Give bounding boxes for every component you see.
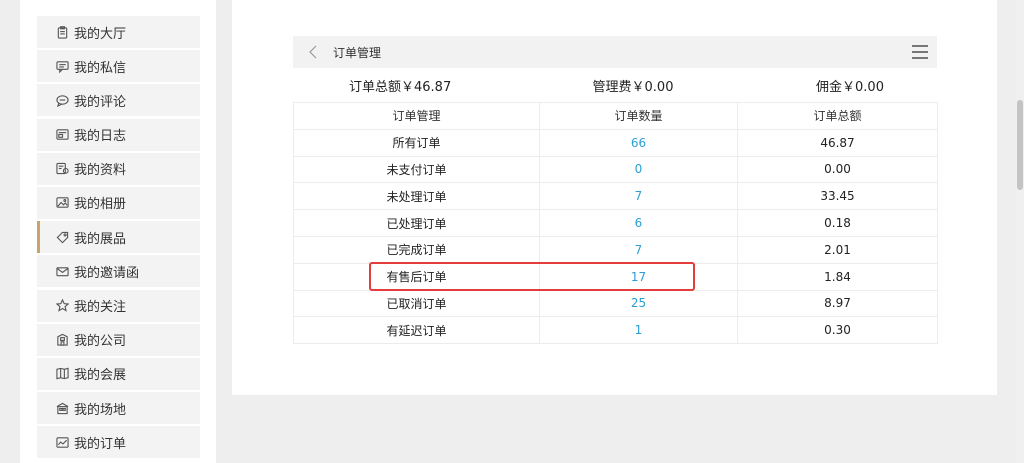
sidebar-item-label: 我的私信 (74, 60, 127, 76)
order-type-cell: 有售后订单 (293, 262, 540, 291)
order-card: 订单管理 订单总额￥46.87 管理费￥0.00 佣金￥0.00 订单管理 订单… (293, 36, 938, 345)
panel-titlebar: 订单管理 (293, 36, 937, 68)
order-count-link[interactable]: 6 (539, 209, 738, 237)
order-count-link[interactable]: 1 (539, 316, 738, 345)
order-count-link[interactable]: 7 (539, 235, 738, 264)
order-type-cell: 未处理订单 (293, 182, 540, 211)
order-amount-cell: 0.00 (737, 155, 938, 184)
order-amount-cell: 2.01 (737, 235, 938, 264)
order-table: 订单管理 订单数量 订单总额 所有订单 66 46.87 未支付订单 0 0.0… (293, 102, 938, 345)
sidebar-item-follows[interactable]: 我的关注 (37, 289, 200, 322)
back-chevron-icon[interactable] (301, 36, 325, 68)
sidebar-item-expos[interactable]: 我的会展 (37, 357, 200, 390)
table-row: 已取消订单 25 8.97 (293, 289, 938, 318)
building-icon (54, 333, 70, 347)
order-type-cell: 所有订单 (293, 128, 540, 157)
clipboard-icon (54, 25, 70, 39)
sidebar-item-profile[interactable]: 我的资料 (37, 152, 200, 185)
sidebar: 我的大厅 我的私信 我的评论 我的日志 我的资料 我的相册 我的展品 我的邀请函… (37, 16, 200, 460)
table-row: 未支付订单 0 0.00 (293, 155, 938, 184)
sidebar-item-label: 我的相册 (74, 197, 127, 213)
sidebar-item-label: 我的大厅 (74, 26, 127, 42)
sidebar-item-label: 我的订单 (74, 436, 127, 452)
sidebar-item-hall[interactable]: 我的大厅 (37, 16, 200, 48)
sidebar-item-label: 我的日志 (74, 129, 127, 145)
hamburger-menu-icon[interactable] (911, 44, 929, 60)
order-summary: 订单总额￥46.87 管理费￥0.00 佣金￥0.00 (293, 68, 937, 102)
table-row: 所有订单 66 46.87 (293, 128, 938, 157)
chart-icon (54, 435, 70, 449)
order-count-link[interactable]: 66 (539, 128, 738, 157)
column-header: 订单总额 (737, 102, 938, 130)
sidebar-item-comments[interactable]: 我的评论 (37, 84, 200, 117)
sidebar-item-label: 我的场地 (74, 402, 127, 418)
sidebar-item-label: 我的关注 (74, 300, 127, 315)
sidebar-item-album[interactable]: 我的相册 (37, 186, 200, 219)
mail-icon (54, 264, 70, 278)
table-header-row: 订单管理 订单数量 订单总额 (293, 102, 938, 130)
page-scrollbar[interactable] (1016, 0, 1024, 463)
tag-icon (54, 230, 70, 244)
table-row: 已处理订单 6 0.18 (293, 209, 938, 237)
order-amount-cell: 0.18 (737, 209, 938, 237)
order-type-cell: 未支付订单 (293, 155, 540, 184)
venue-icon (54, 401, 70, 415)
table-row: 有延迟订单 1 0.30 (293, 316, 938, 345)
sidebar-item-label: 我的邀请函 (74, 265, 140, 281)
summary-total: 订单总额￥46.87 (349, 79, 452, 95)
scrollbar-thumb[interactable] (1017, 100, 1023, 190)
table-row: 未处理订单 7 33.45 (293, 182, 938, 211)
sidebar-item-label: 我的评论 (74, 94, 127, 110)
order-amount-cell: 46.87 (737, 128, 938, 157)
column-header: 订单数量 (539, 102, 738, 130)
sidebar-item-label: 我的资料 (74, 163, 127, 179)
sidebar-item-label: 我的会展 (74, 368, 127, 384)
map-icon (54, 367, 70, 381)
order-type-cell: 已完成订单 (293, 235, 540, 264)
summary-commission: 佣金￥0.00 (816, 79, 884, 95)
profile-icon (54, 162, 70, 176)
order-type-cell: 有延迟订单 (293, 316, 540, 345)
order-count-link[interactable]: 7 (539, 182, 738, 211)
sidebar-item-venues[interactable]: 我的场地 (37, 392, 200, 425)
sidebar-item-invitations[interactable]: 我的邀请函 (37, 255, 200, 288)
sidebar-item-company[interactable]: 我的公司 (37, 323, 200, 356)
sidebar-item-label: 我的公司 (74, 334, 127, 350)
star-icon (54, 299, 70, 313)
order-amount-cell: 33.45 (737, 182, 938, 211)
page-title: 订单管理 (333, 45, 382, 60)
order-amount-cell: 1.84 (737, 262, 938, 291)
sidebar-item-label: 我的展品 (74, 231, 127, 247)
order-count-link[interactable]: 25 (539, 289, 738, 318)
message-icon (54, 59, 70, 73)
sidebar-item-messages[interactable]: 我的私信 (37, 50, 200, 83)
table-row: 有售后订单 17 1.84 (293, 262, 938, 291)
column-header: 订单管理 (293, 102, 540, 130)
photo-icon (54, 196, 70, 210)
order-count-link[interactable]: 17 (539, 262, 738, 291)
order-amount-cell: 0.30 (737, 316, 938, 345)
comment-icon (54, 93, 70, 107)
order-count-link[interactable]: 0 (539, 155, 738, 184)
sidebar-item-log[interactable]: 我的日志 (37, 118, 200, 151)
table-row: 已完成订单 7 2.01 (293, 235, 938, 264)
log-icon (54, 128, 70, 142)
order-amount-cell: 8.97 (737, 289, 938, 318)
sidebar-item-exhibits[interactable]: 我的展品 (37, 221, 200, 254)
summary-fee: 管理费￥0.00 (592, 79, 674, 95)
order-type-cell: 已处理订单 (293, 209, 540, 237)
order-type-cell: 已取消订单 (293, 289, 540, 318)
sidebar-item-orders[interactable]: 我的订单 (37, 426, 200, 459)
